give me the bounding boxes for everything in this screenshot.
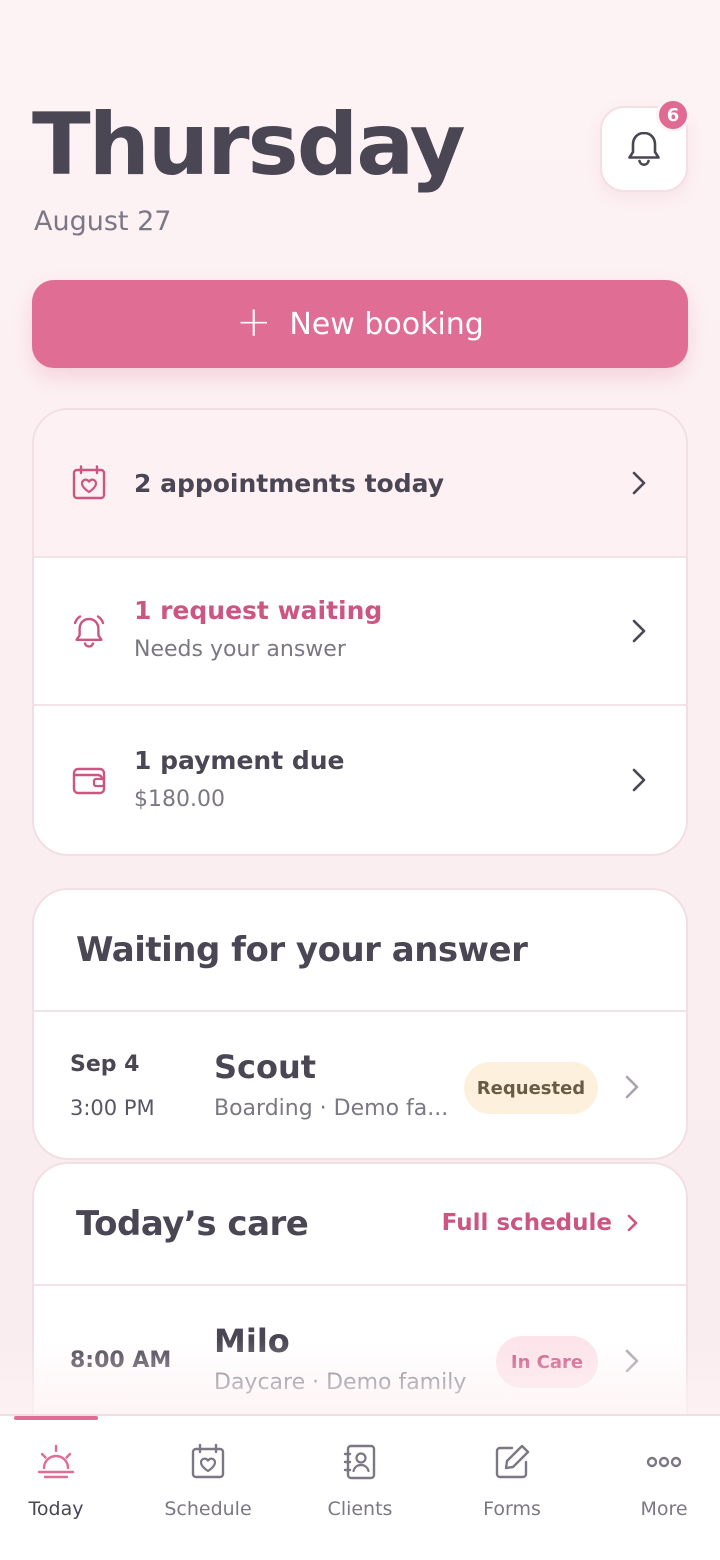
tab-clients[interactable]: Clients	[288, 1416, 432, 1560]
tab-today[interactable]: Today	[0, 1416, 128, 1560]
appointment-date: Sep 4	[70, 1052, 140, 1077]
page-title: Thursday	[32, 95, 466, 195]
section-title: Today’s care	[76, 1204, 309, 1244]
chevron-right-icon	[632, 768, 646, 792]
sunrise-icon	[37, 1444, 75, 1479]
waiting-for-answer-card: Waiting for your answer Sep 4 3:00 PM Sc…	[32, 888, 688, 1160]
appointment-time: 3:00 PM	[70, 1096, 155, 1120]
list-item[interactable]: Sep 4 3:00 PM Scout Boarding · Demo fa..…	[34, 1012, 686, 1158]
requests-waiting-label: 1 request waiting	[134, 596, 383, 625]
full-schedule-label: Full schedule	[441, 1210, 612, 1236]
tab-label: Schedule	[164, 1498, 252, 1520]
calendar-heart-icon	[191, 1443, 225, 1479]
chevron-right-icon	[625, 1349, 639, 1373]
status-badge: Requested	[464, 1062, 598, 1114]
payments-due-row[interactable]: 1 payment due $180.00	[34, 706, 686, 854]
requests-waiting-subtitle: Needs your answer	[134, 637, 346, 662]
page-date: August 27	[34, 206, 172, 237]
appointment-time: 8:00 AM	[70, 1348, 172, 1373]
payments-due-amount: $180.00	[134, 787, 225, 812]
chevron-right-icon	[625, 1075, 639, 1099]
requests-waiting-row[interactable]: 1 request waiting Needs your answer	[34, 558, 686, 706]
tab-forms[interactable]: Forms	[440, 1416, 584, 1560]
wallet-icon	[72, 767, 106, 795]
plus-icon: +	[236, 297, 272, 346]
summary-card: 2 appointments today 1 request waiting N…	[32, 408, 688, 856]
section-title: Waiting for your answer	[76, 930, 528, 970]
chevron-right-icon	[632, 471, 646, 495]
payments-due-label: 1 payment due	[134, 746, 345, 775]
tab-label: Today	[28, 1498, 84, 1520]
more-dots-icon	[646, 1456, 682, 1468]
full-schedule-link[interactable]: Full schedule	[442, 1210, 640, 1236]
notification-count-badge: 6	[656, 98, 690, 132]
status-badge: In Care	[496, 1336, 598, 1388]
header: Thursday August 27 6	[32, 95, 690, 246]
bell-icon	[628, 131, 660, 166]
appointments-today-label: 2 appointments today	[134, 468, 445, 498]
new-booking-button[interactable]: + New booking	[32, 280, 688, 368]
pet-name: Milo	[214, 1322, 290, 1360]
bottom-tab-bar: Today Schedule Clients Forms More	[0, 1414, 720, 1560]
new-booking-label: New booking	[289, 306, 484, 342]
calendar-heart-icon	[72, 465, 106, 500]
edit-form-icon	[495, 1444, 530, 1479]
appointment-detail: Daycare · Demo family	[214, 1370, 467, 1395]
appointments-today-row[interactable]: 2 appointments today	[34, 410, 686, 558]
pet-name: Scout	[214, 1048, 317, 1086]
chevron-right-icon	[627, 1214, 638, 1232]
contacts-book-icon	[343, 1444, 376, 1480]
tab-label: Clients	[327, 1498, 393, 1520]
chevron-right-icon	[632, 619, 646, 643]
tab-more[interactable]: More	[592, 1416, 720, 1560]
alarm-bell-icon	[73, 615, 105, 648]
tab-label: More	[640, 1498, 688, 1520]
notifications-button[interactable]: 6	[600, 98, 690, 192]
tab-label: Forms	[483, 1498, 541, 1520]
tab-schedule[interactable]: Schedule	[136, 1416, 280, 1560]
appointment-detail: Boarding · Demo fa...	[214, 1096, 449, 1121]
today-screen: Thursday August 27 6 + New booking 2 app…	[0, 0, 720, 1560]
